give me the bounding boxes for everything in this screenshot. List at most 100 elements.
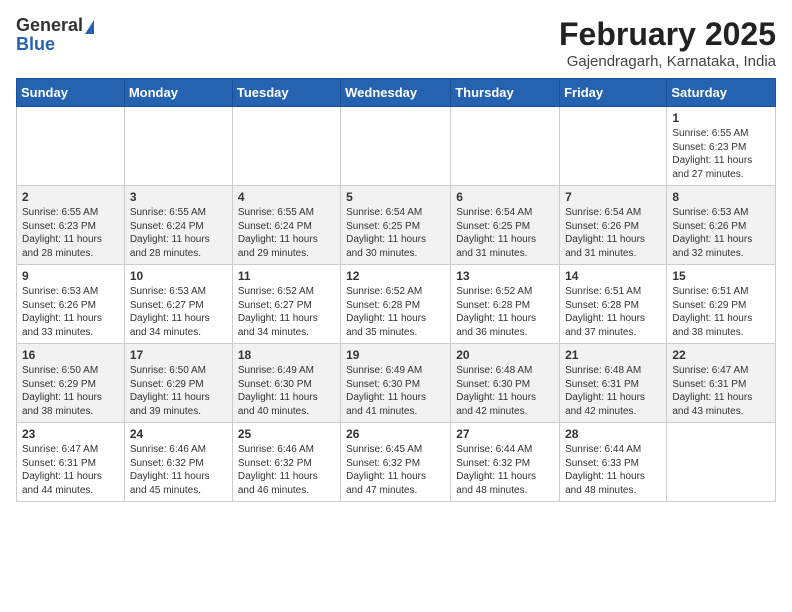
location-text: Gajendragarh, Karnataka, India: [559, 53, 776, 70]
logo-blue-text: Blue: [16, 34, 55, 54]
day-info: Sunrise: 6:52 AM Sunset: 6:28 PM Dayligh…: [346, 286, 426, 338]
title-block: February 2025 Gajendragarh, Karnataka, I…: [559, 16, 776, 70]
day-info: Sunrise: 6:52 AM Sunset: 6:27 PM Dayligh…: [238, 286, 318, 338]
day-info: Sunrise: 6:46 AM Sunset: 6:32 PM Dayligh…: [130, 444, 210, 496]
calendar-cell: 11Sunrise: 6:52 AM Sunset: 6:27 PM Dayli…: [232, 265, 340, 344]
day-info: Sunrise: 6:45 AM Sunset: 6:32 PM Dayligh…: [346, 444, 426, 496]
calendar-cell: 21 Sunrise: 6:48 AM Sunset: 6:31 PM Dayli…: [560, 344, 667, 423]
day-number: 20: [456, 348, 554, 362]
calendar-cell: 12 Sunrise: 6:52 AM Sunset: 6:28 PM Dayli…: [341, 265, 451, 344]
calendar-cell: 19 Sunrise: 6:49 AM Sunset: 6:30 PM Dayli…: [341, 344, 451, 423]
calendar-cell: 13 Sunrise: 6:52 AM Sunset: 6:28 PM Dayli…: [451, 265, 560, 344]
calendar-header-row: SundayMondayTuesdayWednesdayThursdayFrid…: [17, 79, 776, 107]
day-info: Sunrise: 6:53 AM Sunset: 6:26 PM Dayligh…: [672, 207, 752, 259]
day-info: Sunrise: 6:49 AM Sunset: 6:30 PM Dayligh…: [346, 365, 426, 417]
calendar-cell: 8 Sunrise: 6:53 AM Sunset: 6:26 PM Daylig…: [667, 186, 776, 265]
calendar-cell: [232, 107, 340, 186]
day-info: Sunrise: 6:51 AM Sunset: 6:29 PM Dayligh…: [672, 286, 752, 338]
day-number: 12: [346, 269, 445, 283]
calendar-cell: 6Sunrise: 6:54 AM Sunset: 6:25 PM Daylig…: [451, 186, 560, 265]
calendar-cell: 10 Sunrise: 6:53 AM Sunset: 6:27 PM Dayli…: [124, 265, 232, 344]
calendar-cell: 25 Sunrise: 6:46 AM Sunset: 6:32 PM Dayli…: [232, 423, 340, 502]
weekday-header-tuesday: Tuesday: [232, 79, 340, 107]
calendar-week-5: 23 Sunrise: 6:47 AM Sunset: 6:31 PM Dayli…: [17, 423, 776, 502]
day-info: Sunrise: 6:47 AM Sunset: 6:31 PM Dayligh…: [672, 365, 752, 417]
day-number: 13: [456, 269, 554, 283]
calendar-cell: 22 Sunrise: 6:47 AM Sunset: 6:31 PM Dayli…: [667, 344, 776, 423]
day-number: 2: [22, 190, 119, 204]
day-number: 7: [565, 190, 661, 204]
day-info: Sunrise: 6:48 AM Sunset: 6:31 PM Dayligh…: [565, 365, 645, 417]
calendar-cell: 17Sunrise: 6:50 AM Sunset: 6:29 PM Dayli…: [124, 344, 232, 423]
day-number: 27: [456, 427, 554, 441]
day-info: Sunrise: 6:55 AM Sunset: 6:24 PM Dayligh…: [238, 207, 318, 259]
calendar-cell: 24 Sunrise: 6:46 AM Sunset: 6:32 PM Dayli…: [124, 423, 232, 502]
day-number: 10: [130, 269, 227, 283]
calendar-cell: 4Sunrise: 6:55 AM Sunset: 6:24 PM Daylig…: [232, 186, 340, 265]
calendar-cell: 5 Sunrise: 6:54 AM Sunset: 6:25 PM Daylig…: [341, 186, 451, 265]
day-number: 28: [565, 427, 661, 441]
calendar-cell: 9 Sunrise: 6:53 AM Sunset: 6:26 PM Daylig…: [17, 265, 125, 344]
calendar-cell: 3Sunrise: 6:55 AM Sunset: 6:24 PM Daylig…: [124, 186, 232, 265]
day-number: 25: [238, 427, 335, 441]
calendar-cell: 14 Sunrise: 6:51 AM Sunset: 6:28 PM Dayli…: [560, 265, 667, 344]
day-info: Sunrise: 6:52 AM Sunset: 6:28 PM Dayligh…: [456, 286, 536, 338]
page-header: General Blue February 2025 Gajendragarh,…: [16, 16, 776, 70]
day-number: 5: [346, 190, 445, 204]
weekday-header-friday: Friday: [560, 79, 667, 107]
day-info: Sunrise: 6:44 AM Sunset: 6:32 PM Dayligh…: [456, 444, 536, 496]
calendar-cell: 26 Sunrise: 6:45 AM Sunset: 6:32 PM Dayli…: [341, 423, 451, 502]
day-number: 8: [672, 190, 770, 204]
month-title: February 2025: [559, 16, 776, 53]
logo: General Blue: [16, 16, 94, 54]
day-number: 3: [130, 190, 227, 204]
calendar-cell: 15 Sunrise: 6:51 AM Sunset: 6:29 PM Dayli…: [667, 265, 776, 344]
day-info: Sunrise: 6:54 AM Sunset: 6:25 PM Dayligh…: [346, 207, 426, 259]
calendar-cell: 27 Sunrise: 6:44 AM Sunset: 6:32 PM Dayli…: [451, 423, 560, 502]
day-number: 18: [238, 348, 335, 362]
calendar-week-4: 16 Sunrise: 6:50 AM Sunset: 6:29 PM Dayli…: [17, 344, 776, 423]
day-number: 19: [346, 348, 445, 362]
weekday-header-wednesday: Wednesday: [341, 79, 451, 107]
calendar-cell: [17, 107, 125, 186]
day-number: 26: [346, 427, 445, 441]
day-number: 21: [565, 348, 661, 362]
day-number: 22: [672, 348, 770, 362]
calendar-cell: 18 Sunrise: 6:49 AM Sunset: 6:30 PM Dayli…: [232, 344, 340, 423]
calendar-cell: 1 Sunrise: 6:55 AM Sunset: 6:23 PM Daylig…: [667, 107, 776, 186]
day-number: 16: [22, 348, 119, 362]
calendar-cell: [341, 107, 451, 186]
day-info: Sunrise: 6:51 AM Sunset: 6:28 PM Dayligh…: [565, 286, 645, 338]
calendar-cell: [124, 107, 232, 186]
weekday-header-sunday: Sunday: [17, 79, 125, 107]
day-info: Sunrise: 6:50 AM Sunset: 6:29 PM Dayligh…: [22, 365, 102, 417]
day-info: Sunrise: 6:55 AM Sunset: 6:23 PM Dayligh…: [22, 207, 102, 259]
calendar-cell: 20 Sunrise: 6:48 AM Sunset: 6:30 PM Dayli…: [451, 344, 560, 423]
calendar-cell: 7 Sunrise: 6:54 AM Sunset: 6:26 PM Daylig…: [560, 186, 667, 265]
weekday-header-monday: Monday: [124, 79, 232, 107]
calendar-cell: 2 Sunrise: 6:55 AM Sunset: 6:23 PM Daylig…: [17, 186, 125, 265]
day-number: 1: [672, 111, 770, 125]
day-info: Sunrise: 6:53 AM Sunset: 6:27 PM Dayligh…: [130, 286, 210, 338]
day-number: 14: [565, 269, 661, 283]
logo-general-text: General: [16, 15, 83, 35]
calendar-week-2: 2 Sunrise: 6:55 AM Sunset: 6:23 PM Daylig…: [17, 186, 776, 265]
day-info: Sunrise: 6:48 AM Sunset: 6:30 PM Dayligh…: [456, 365, 536, 417]
day-info: Sunrise: 6:44 AM Sunset: 6:33 PM Dayligh…: [565, 444, 645, 496]
day-info: Sunrise: 6:49 AM Sunset: 6:30 PM Dayligh…: [238, 365, 318, 417]
day-info: Sunrise: 6:46 AM Sunset: 6:32 PM Dayligh…: [238, 444, 318, 496]
day-info: Sunrise: 6:47 AM Sunset: 6:31 PM Dayligh…: [22, 444, 102, 496]
day-info: Sunrise: 6:53 AM Sunset: 6:26 PM Dayligh…: [22, 286, 102, 338]
day-info: Sunrise: 6:54 AM Sunset: 6:26 PM Dayligh…: [565, 207, 645, 259]
day-number: 6: [456, 190, 554, 204]
day-number: 9: [22, 269, 119, 283]
calendar-cell: 28 Sunrise: 6:44 AM Sunset: 6:33 PM Dayli…: [560, 423, 667, 502]
calendar-week-1: 1 Sunrise: 6:55 AM Sunset: 6:23 PM Daylig…: [17, 107, 776, 186]
logo-icon: [85, 20, 94, 34]
day-number: 15: [672, 269, 770, 283]
day-number: 23: [22, 427, 119, 441]
calendar-week-3: 9 Sunrise: 6:53 AM Sunset: 6:26 PM Daylig…: [17, 265, 776, 344]
calendar-cell: [451, 107, 560, 186]
day-number: 24: [130, 427, 227, 441]
day-info: Sunrise: 6:55 AM Sunset: 6:23 PM Dayligh…: [672, 128, 752, 180]
